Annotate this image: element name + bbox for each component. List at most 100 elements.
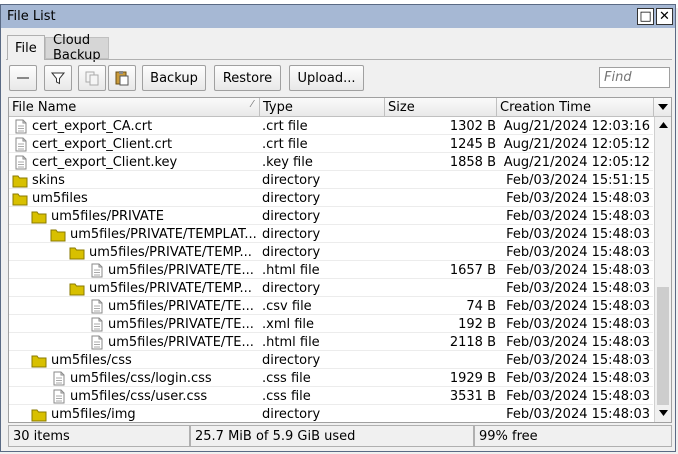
column-header-size[interactable]: Size: [385, 98, 497, 116]
toolbar: Backup Restore Upload...: [6, 59, 672, 96]
column-header-label: Size: [388, 99, 415, 115]
copy-button[interactable]: [78, 65, 106, 91]
column-header-creation-time[interactable]: Creation Time: [497, 98, 654, 116]
table-row[interactable]: um5files/css/login.css .css file 1929 B Feb…: [9, 369, 653, 387]
file-size: [386, 225, 496, 243]
table-row[interactable]: um5files/PRIVATE/TE... .xml file 192 B Feb/…: [9, 315, 653, 333]
file-type: directory: [262, 352, 321, 368]
file-name: um5files/img: [51, 406, 136, 422]
close-icon: ✕: [659, 9, 670, 24]
file-size: 2118 B: [449, 334, 496, 350]
table-row[interactable]: um5files directory Feb/03/2024 15:48:03: [9, 189, 653, 207]
window-title: File List: [7, 9, 56, 24]
file-creation-time: Feb/03/2024 15:48:03: [506, 262, 650, 278]
file-name: um5files/PRIVATE/TEMP...: [89, 280, 252, 296]
folder-icon: [31, 353, 47, 368]
file-name: cert_export_Client.key: [32, 154, 178, 170]
status-disk-used: 25.7 MiB of 5.9 GiB used: [190, 425, 474, 447]
table-row[interactable]: skins directory Feb/03/2024 15:51:15: [9, 171, 653, 189]
file-name: um5files/PRIVATE/TE...: [108, 262, 254, 278]
file-creation-time: Aug/21/2024 12:03:16: [503, 118, 650, 134]
file-type: .html file: [262, 262, 320, 278]
file-name: skins: [32, 172, 65, 188]
file-creation-time: Feb/03/2024 15:48:03: [506, 406, 650, 422]
file-creation-time: Feb/03/2024 15:48:03: [506, 370, 650, 386]
table-row[interactable]: cert_export_CA.crt .crt file 1302 B Aug/21/…: [9, 117, 653, 135]
file-icon: [88, 299, 104, 314]
remove-button[interactable]: [9, 65, 37, 91]
file-size: 74 B: [466, 298, 496, 314]
table-row[interactable]: um5files/PRIVATE/TEMPLAT... directory Feb/…: [9, 225, 653, 243]
folder-icon: [31, 209, 47, 224]
file-name: um5files/PRIVATE: [51, 208, 164, 224]
file-icon: [12, 155, 28, 170]
table-row[interactable]: um5files/PRIVATE/TEMP... directory Feb/03/…: [9, 279, 653, 297]
sort-indicator-icon: ⁄: [251, 99, 253, 110]
file-name: um5files/PRIVATE/TE...: [108, 316, 254, 332]
file-creation-time: Feb/03/2024 15:48:03: [506, 316, 650, 332]
backup-button-label: Backup: [150, 70, 198, 86]
column-header-type[interactable]: Type: [260, 98, 385, 116]
scroll-down-arrow-icon[interactable]: [655, 405, 671, 421]
file-name-cell: um5files: [9, 189, 262, 207]
file-type: .crt file: [262, 118, 308, 134]
table-row[interactable]: um5files/css/user.css .css file 3531 B Feb/…: [9, 387, 653, 405]
file-type: .xml file: [262, 316, 315, 332]
file-creation-time: Feb/03/2024 15:48:03: [506, 244, 650, 260]
file-size: [386, 405, 496, 422]
file-size: [386, 279, 496, 297]
file-name-cell: cert_export_Client.crt: [9, 135, 262, 153]
table-row[interactable]: um5files/PRIVATE/TEMP... directory Feb/03/…: [9, 243, 653, 261]
file-rows: cert_export_CA.crt .crt file 1302 B Aug/21/…: [9, 117, 653, 422]
maximize-button[interactable]: □: [637, 8, 654, 25]
vertical-scrollbar[interactable]: [654, 117, 671, 422]
file-creation-time: Feb/03/2024 15:48:03: [506, 280, 650, 296]
file-name: um5files/css: [51, 352, 132, 368]
scrollbar-thumb[interactable]: [657, 287, 669, 405]
table-row[interactable]: um5files/PRIVATE/TE... .csv file 74 B Feb/0…: [9, 297, 653, 315]
folder-icon: [12, 191, 28, 206]
folder-icon: [69, 281, 85, 296]
column-header-label: Creation Time: [500, 99, 591, 115]
table-row[interactable]: um5files/img directory Feb/03/2024 15:48:0…: [9, 405, 653, 422]
table-row[interactable]: um5files/css directory Feb/03/2024 15:48:0…: [9, 351, 653, 369]
file-type: .key file: [262, 154, 313, 170]
restore-button-label: Restore: [222, 70, 273, 86]
restore-button[interactable]: Restore: [214, 65, 281, 91]
title-bar[interactable]: File List □ ✕: [1, 5, 675, 28]
filter-button[interactable]: [44, 65, 72, 91]
paste-button[interactable]: [108, 65, 136, 91]
file-type: .css file: [262, 370, 311, 386]
table-row[interactable]: um5files/PRIVATE directory Feb/03/2024 15:…: [9, 207, 653, 225]
upload-button[interactable]: Upload...: [289, 65, 364, 91]
column-menu-button[interactable]: [654, 98, 671, 116]
table-row[interactable]: um5files/PRIVATE/TE... .html file 1657 B Fe…: [9, 261, 653, 279]
file-creation-time: Feb/03/2024 15:48:03: [506, 298, 650, 314]
scroll-up-arrow-icon[interactable]: [655, 117, 671, 133]
tab-cloud-backup[interactable]: Cloud Backup: [45, 33, 109, 63]
file-name: cert_export_CA.crt: [32, 118, 153, 134]
close-button[interactable]: ✕: [656, 8, 673, 25]
file-type: directory: [262, 280, 321, 296]
file-creation-time: Feb/03/2024 15:48:03: [506, 190, 650, 206]
folder-icon: [12, 173, 28, 188]
column-header-file-name[interactable]: File Name ⁄: [9, 98, 260, 116]
backup-button[interactable]: Backup: [142, 65, 206, 91]
file-size: [386, 243, 496, 261]
find-input[interactable]: [599, 67, 670, 88]
file-creation-time: Feb/03/2024 15:48:03: [506, 352, 650, 368]
table-row[interactable]: cert_export_Client.key .key file 1858 B Aug…: [9, 153, 653, 171]
column-header-label: File Name: [12, 99, 77, 115]
file-creation-time: Feb/03/2024 15:51:15: [506, 172, 650, 188]
file-type: directory: [262, 208, 321, 224]
file-size: [386, 171, 496, 189]
status-bar: 30 items 25.7 MiB of 5.9 GiB used 99% fr…: [8, 425, 672, 447]
table-row[interactable]: um5files/PRIVATE/TE... .html file 2118 B Fe…: [9, 333, 653, 351]
file-name-cell: skins: [9, 171, 262, 189]
tab-file[interactable]: File: [7, 35, 45, 60]
upload-button-label: Upload...: [297, 70, 356, 86]
file-name: um5files: [32, 190, 88, 206]
table-row[interactable]: cert_export_Client.crt .crt file 1245 B Aug…: [9, 135, 653, 153]
dropdown-arrow-icon: [657, 104, 668, 110]
file-creation-time: Aug/21/2024 12:05:12: [503, 154, 650, 170]
